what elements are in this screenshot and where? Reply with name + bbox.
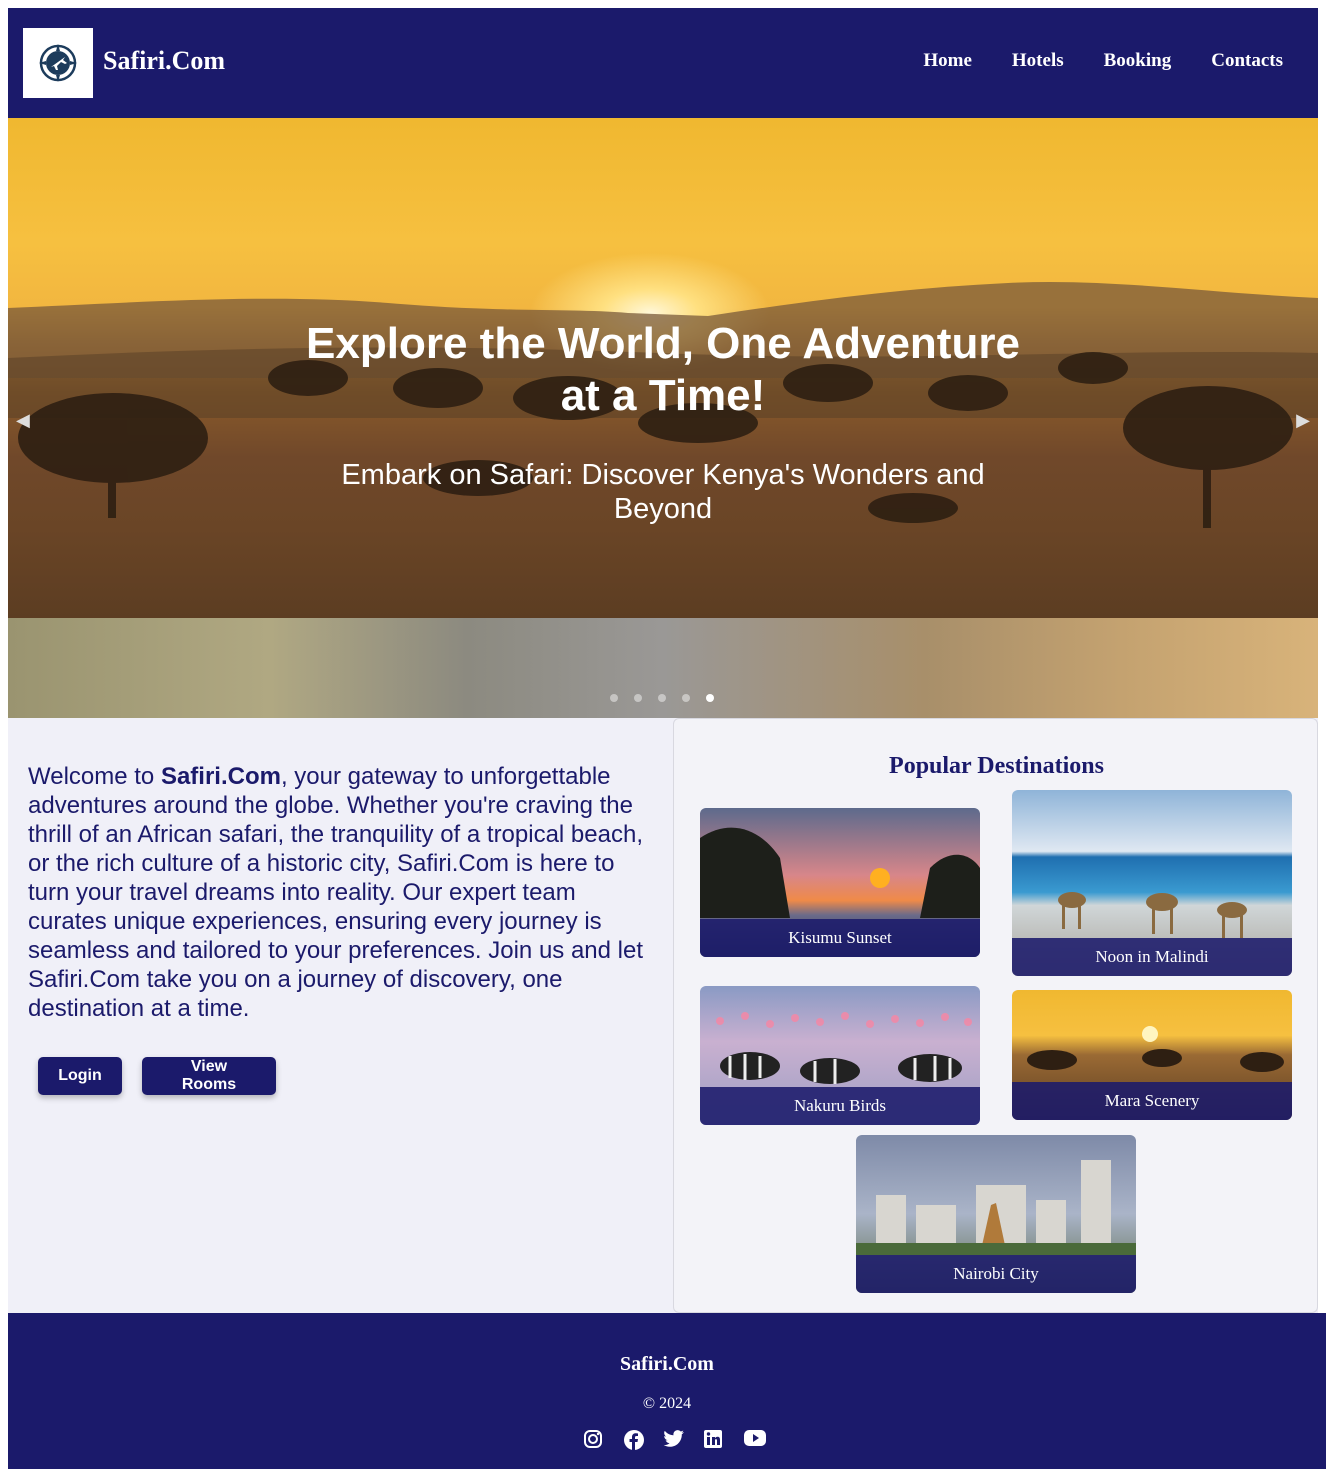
intro-paragraph: Welcome to Safiri.Com, your gateway to u… xyxy=(28,762,648,1023)
destinations-title: Popular Destinations xyxy=(889,753,1104,779)
popular-destinations-panel: Popular Destinations Kisumu Sunset Noon … xyxy=(673,718,1318,1313)
intro-body: , your gateway to unforgettable adventur… xyxy=(28,763,644,1022)
footer-brand: Safiri.Com xyxy=(620,1353,714,1375)
destination-caption: Mara Scenery xyxy=(1012,1082,1292,1120)
carousel-next-icon[interactable]: ▶ xyxy=(1296,410,1310,431)
logo[interactable] xyxy=(23,28,93,98)
main-content: Welcome to Safiri.Com, your gateway to u… xyxy=(8,718,1318,1313)
nav-home[interactable]: Home xyxy=(923,50,972,72)
destination-caption: Nakuru Birds xyxy=(700,1087,980,1125)
destination-caption: Kisumu Sunset xyxy=(700,919,980,957)
intro-brand: Safiri.Com xyxy=(160,763,281,790)
hero-title: Explore the World, One Adventure at a Ti… xyxy=(306,319,1020,420)
login-button[interactable]: Login xyxy=(38,1057,122,1095)
youtube-icon[interactable] xyxy=(743,1429,767,1451)
nav-booking[interactable]: Booking xyxy=(1104,50,1172,72)
hero-next-slide-preview xyxy=(8,618,1318,718)
carousel-dot[interactable] xyxy=(634,694,642,702)
footer-copyright: © 2024 xyxy=(642,1395,692,1412)
carousel-prev-icon[interactable]: ◀ xyxy=(16,410,30,431)
site-header: Safiri.Com Home Hotels Booking Contacts xyxy=(8,8,1318,118)
carousel-indicators xyxy=(610,694,714,702)
destination-caption: Noon in Malindi xyxy=(1012,938,1292,976)
social-links xyxy=(583,1429,767,1451)
carousel-dot[interactable] xyxy=(610,694,618,702)
hero-subtitle: Embark on Safari: Discover Kenya's Wonde… xyxy=(341,459,985,525)
destination-card-kisumu[interactable]: Kisumu Sunset xyxy=(700,808,980,957)
twitter-icon[interactable] xyxy=(663,1429,685,1451)
facebook-icon[interactable] xyxy=(623,1429,645,1451)
site-footer: Safiri.Com © 2024 xyxy=(8,1313,1326,1469)
carousel-dot[interactable] xyxy=(682,694,690,702)
instagram-icon[interactable] xyxy=(583,1429,605,1451)
destination-card-malindi[interactable]: Noon in Malindi xyxy=(1012,790,1292,976)
destination-card-nairobi[interactable]: Nairobi City xyxy=(856,1135,1136,1293)
view-rooms-button[interactable]: View Rooms xyxy=(142,1057,276,1095)
nav-contacts[interactable]: Contacts xyxy=(1211,50,1283,72)
main-nav: Home Hotels Booking Contacts xyxy=(923,50,1283,72)
destination-card-nakuru[interactable]: Nakuru Birds xyxy=(700,986,980,1125)
carousel-dot[interactable] xyxy=(658,694,666,702)
intro-prefix: Welcome to xyxy=(28,763,161,790)
destination-card-mara[interactable]: Mara Scenery xyxy=(1012,990,1292,1120)
hero-carousel: Explore the World, One Adventure at a Ti… xyxy=(8,118,1318,718)
brand-name[interactable]: Safiri.Com xyxy=(103,46,225,76)
destination-caption: Nairobi City xyxy=(856,1255,1136,1293)
linkedin-icon[interactable] xyxy=(703,1429,725,1451)
nav-hotels[interactable]: Hotels xyxy=(1012,50,1064,72)
compass-plane-icon xyxy=(39,44,77,82)
carousel-dot-active[interactable] xyxy=(706,694,714,702)
